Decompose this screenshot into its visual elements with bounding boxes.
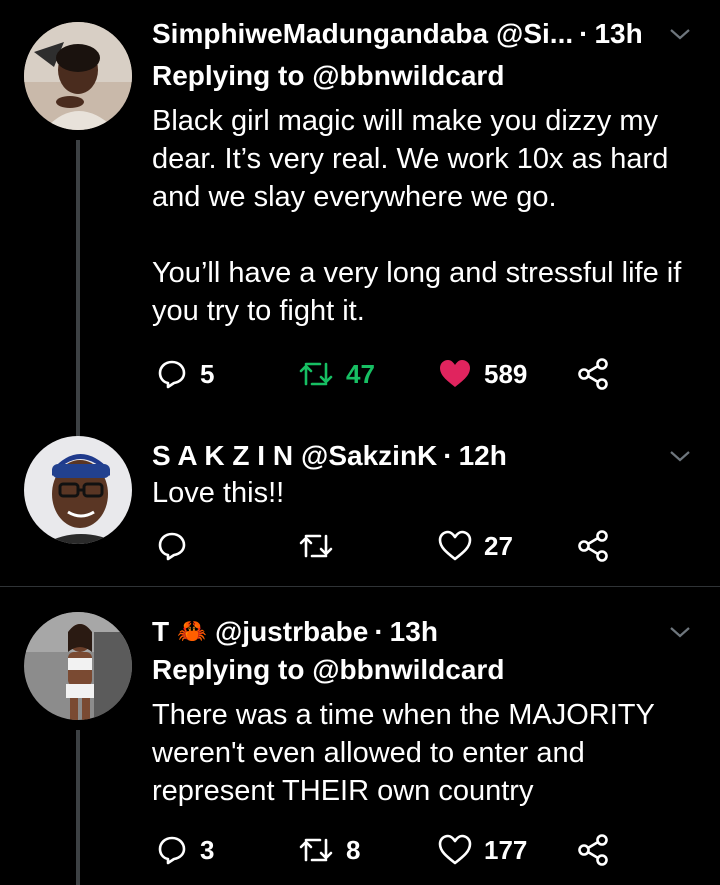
display-name[interactable]: S A K Z I N: [152, 436, 293, 476]
reply-icon: [158, 360, 186, 389]
tweet-header: SimphiweMadungandaba @Si... · 13h: [152, 14, 643, 54]
thread-line: [76, 730, 80, 885]
tweet-text: Black girl magic will make you dizzy my …: [152, 105, 682, 327]
tweet[interactable]: T 🦀 @justrbabe · 13h Replying to @bbnwil…: [0, 612, 720, 885]
replying-to[interactable]: Replying to @bbnwildcard: [152, 56, 504, 96]
avatar[interactable]: [24, 22, 132, 130]
separator-dot: ·: [374, 616, 384, 647]
reply-icon: [158, 836, 186, 865]
tweet-text: Love this!!: [152, 477, 285, 509]
tweet[interactable]: SimphiweMadungandaba @Si... · 13h Replyi…: [0, 14, 720, 440]
like-count: 177: [484, 834, 528, 865]
retweet-button[interactable]: 8: [298, 830, 360, 870]
share-button[interactable]: [576, 830, 610, 870]
timestamp[interactable]: 13h: [594, 14, 642, 54]
avatar[interactable]: [24, 612, 132, 720]
retweet-count: 8: [346, 834, 361, 865]
crab-emoji-icon: 🦀: [177, 618, 207, 645]
tweet[interactable]: S A K Z I N @SakzinK · 12h Love this!! 2…: [0, 436, 720, 586]
like-count: 27: [484, 530, 513, 561]
timestamp[interactable]: 13h: [390, 612, 438, 652]
tweet-header: T 🦀 @justrbabe · 13h: [152, 612, 438, 652]
retweet-count: 47: [346, 358, 375, 389]
tweet-actions: 5 47 589: [152, 354, 692, 394]
tweet-actions: 27: [152, 526, 692, 566]
share-icon: [578, 834, 608, 866]
retweet-icon: [299, 838, 333, 862]
display-name[interactable]: T: [152, 612, 169, 652]
user-handle[interactable]: @SakzinK: [301, 436, 437, 476]
replying-to[interactable]: Replying to @bbnwildcard: [152, 650, 504, 690]
separator-dot: ·: [579, 18, 589, 49]
chevron-down-icon[interactable]: [668, 620, 692, 644]
share-button[interactable]: [576, 526, 610, 566]
heart-icon: [438, 530, 472, 561]
heart-filled-icon: [440, 360, 470, 387]
display-name[interactable]: SimphiweMadungandaba: [152, 14, 488, 54]
reply-button[interactable]: 3: [156, 830, 214, 870]
reply-count: 5: [200, 358, 215, 389]
reply-button[interactable]: [156, 526, 200, 566]
retweet-button[interactable]: 47: [298, 354, 375, 394]
timestamp[interactable]: 12h: [459, 436, 507, 476]
retweet-icon: [299, 362, 333, 386]
thread-line: [76, 140, 80, 440]
like-button[interactable]: 177: [438, 830, 527, 870]
tweet-actions: 3 8 177: [152, 830, 692, 870]
separator-dot: ·: [443, 440, 453, 471]
like-button[interactable]: 589: [438, 354, 527, 394]
share-icon: [578, 530, 608, 562]
avatar[interactable]: [24, 436, 132, 544]
like-count: 589: [484, 358, 528, 389]
reply-button[interactable]: 5: [156, 354, 214, 394]
user-handle[interactable]: @Si...: [496, 14, 573, 54]
share-button[interactable]: [576, 354, 610, 394]
share-icon: [578, 358, 608, 390]
retweet-icon: [299, 534, 333, 558]
reply-count: 3: [200, 834, 215, 865]
tweet-header: S A K Z I N @SakzinK · 12h: [152, 436, 507, 476]
reply-icon: [158, 532, 186, 561]
like-button[interactable]: 27: [438, 526, 513, 566]
tweet-text: There was a time when the MAJORITY weren…: [152, 699, 663, 807]
tweet-divider: [0, 586, 720, 587]
chevron-down-icon[interactable]: [668, 444, 692, 468]
heart-icon: [438, 834, 472, 865]
chevron-down-icon[interactable]: [668, 22, 692, 46]
user-handle[interactable]: @justrbabe: [215, 612, 368, 652]
retweet-button[interactable]: [298, 526, 346, 566]
